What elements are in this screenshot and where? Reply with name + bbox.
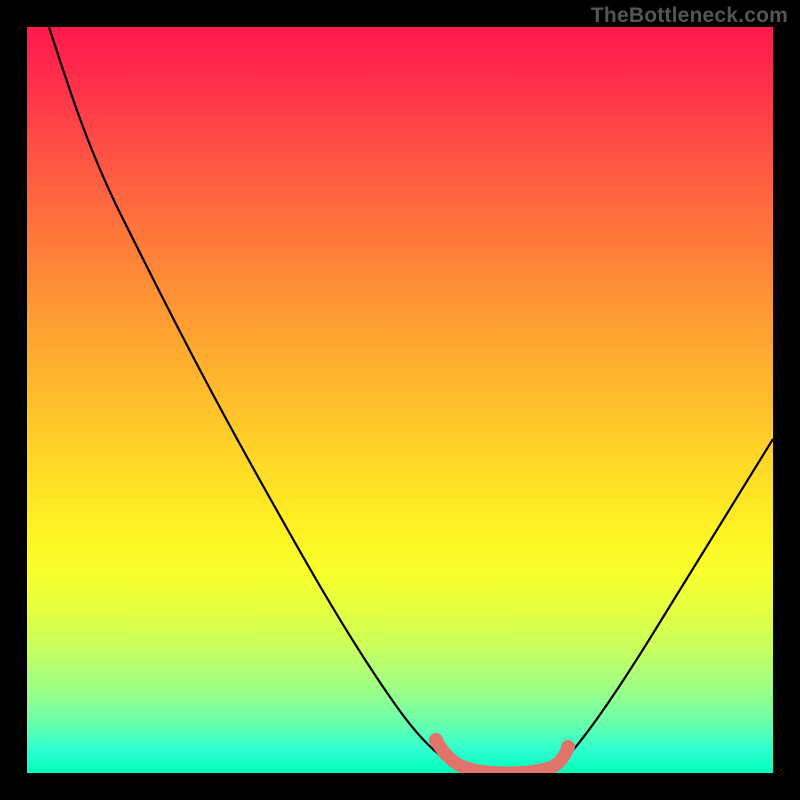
optimal-range-marker (436, 740, 568, 773)
plot-area (27, 27, 773, 773)
watermark-text: TheBottleneck.com (591, 4, 788, 28)
marker-dot-right (561, 740, 575, 754)
chart-container: TheBottleneck.com (0, 0, 800, 800)
marker-dot-left (429, 733, 443, 747)
bottleneck-curve (49, 27, 773, 773)
chart-svg (27, 27, 773, 773)
